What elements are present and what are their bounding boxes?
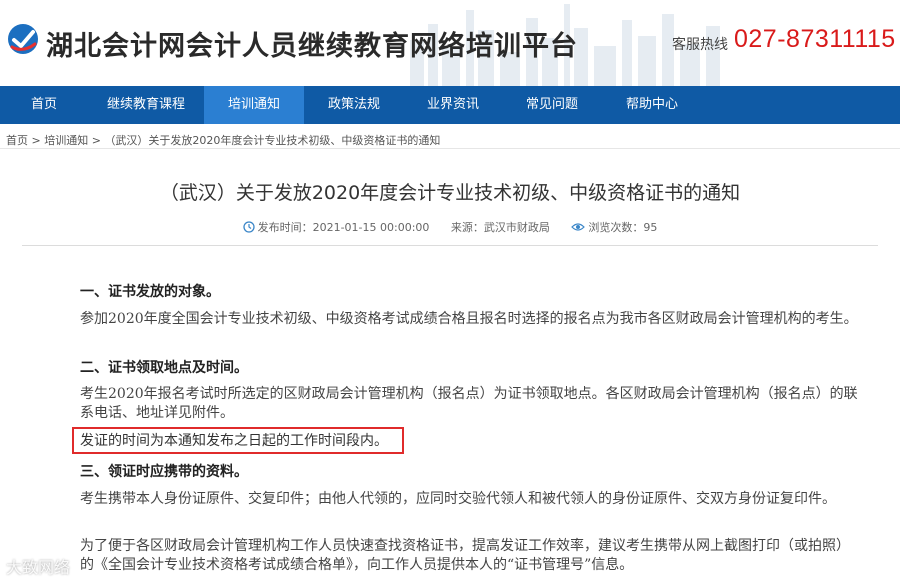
paragraph: 为了便于各区财政局会计管理机构工作人员快速查找资格证书，提高发证工作效率，建议考…: [80, 538, 850, 573]
nav-item-faq[interactable]: 常见问题: [502, 86, 602, 124]
site-header: 湖北会计网会计人员继续教育网络培训平台 客服热线 027-87311115: [0, 0, 900, 86]
nav-item-training-notice[interactable]: 培训通知: [204, 86, 304, 124]
breadcrumb: 首页 > 培训通知 > （武汉）关于发放2020年度会计专业技术初级、中级资格证…: [6, 132, 440, 148]
nav-item-home[interactable]: 首页: [0, 86, 88, 124]
article-title: （武汉）关于发放2020年度会计专业技术初级、中级资格证书的通知: [159, 182, 741, 204]
section-heading: 二、证书领取地点及时间。: [80, 360, 248, 376]
breadcrumb-separator: >: [91, 134, 101, 147]
breadcrumb-home[interactable]: 首页: [6, 134, 28, 147]
article-divider: [22, 245, 878, 246]
views-label: 浏览次数：: [588, 221, 644, 234]
highlighted-paragraph: 发证的时间为本通知发布之日起的工作时间段内。: [80, 433, 388, 449]
source-meta: 来源：武汉市财政局: [451, 219, 550, 235]
breadcrumb-section[interactable]: 培训通知: [44, 134, 88, 147]
nav-item-industry-news[interactable]: 业界资讯: [404, 86, 502, 124]
views-meta: 浏览次数：95: [571, 219, 657, 235]
main-nav: 首页 继续教育课程 培训通知 政策法规 业界资讯 常见问题 帮助中心: [0, 86, 900, 124]
hotline-number: 027-87311115: [734, 25, 896, 53]
eye-icon: [571, 223, 586, 231]
logo-icon: [8, 24, 38, 54]
paragraph: 考生2020年报名考试时所选定的区财政局会计管理机构（报名点）为证书领取地点。各…: [80, 386, 858, 421]
article-meta: 发布时间：2021-01-15 00:00:00 来源：武汉市财政局 浏览次数：…: [0, 219, 900, 235]
publish-time-label: 发布时间：: [257, 221, 313, 234]
paragraph: 参加2020年度全国会计专业技术初级、中级资格考试成绩合格且报名时选择的报名点为…: [80, 311, 858, 327]
views-count: 95: [643, 221, 658, 234]
clock-icon: [242, 221, 255, 233]
nav-item-courses[interactable]: 继续教育课程: [88, 86, 204, 124]
nav-item-help[interactable]: 帮助中心: [602, 86, 702, 124]
source-label: 来源：: [450, 221, 484, 234]
paragraph: 考生携带本人身份证原件、交复印件；由他人代领的，应同时交验代领人和被代领人的身份…: [80, 491, 836, 507]
watermark: 大致网络: [6, 558, 71, 577]
publish-time-value: 2021-01-15 00:00:00: [312, 221, 430, 234]
section-heading: 三、领证时应携带的资料。: [80, 464, 248, 480]
content-top-border: [0, 148, 900, 149]
publish-time-meta: 发布时间：2021-01-15 00:00:00: [242, 219, 430, 235]
nav-item-policy[interactable]: 政策法规: [304, 86, 404, 124]
breadcrumb-separator: >: [31, 134, 41, 147]
site-title: 湖北会计网会计人员继续教育网络培训平台: [46, 31, 578, 62]
section-heading: 一、证书发放的对象。: [80, 284, 220, 300]
source-value: 武汉市财政局: [483, 221, 550, 234]
breadcrumb-current: （武汉）关于发放2020年度会计专业技术初级、中级资格证书的通知: [104, 134, 441, 147]
hotline-label: 客服热线: [672, 37, 728, 53]
